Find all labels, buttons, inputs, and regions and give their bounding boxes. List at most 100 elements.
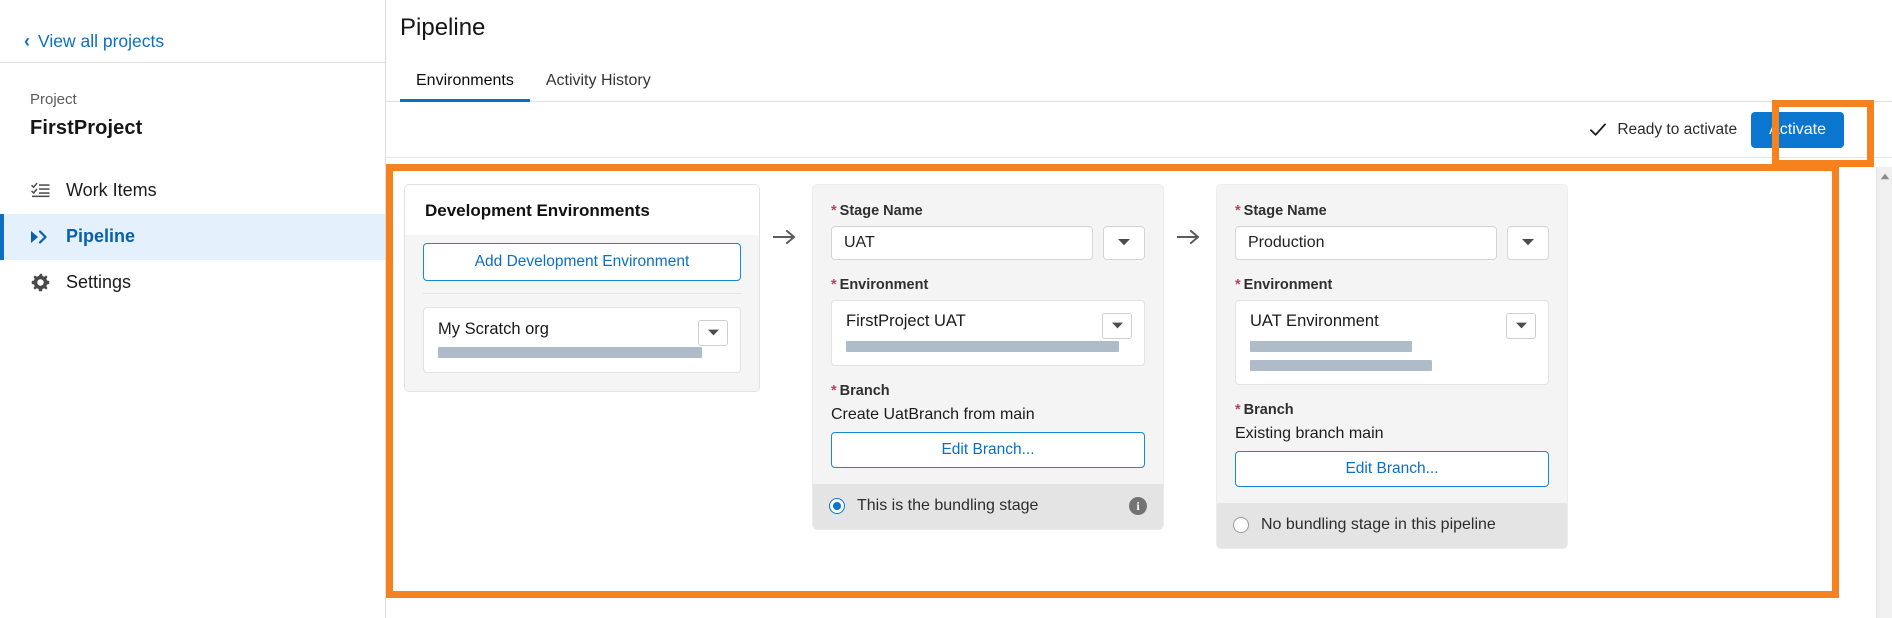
arrow-right-icon — [1176, 229, 1203, 250]
redacted-text — [1250, 341, 1412, 352]
tab-bar: Environments Activity History — [386, 66, 1892, 102]
branch-description: Create UatBranch from main — [831, 406, 1035, 423]
dev-environment-name: My Scratch org — [438, 320, 549, 338]
bundling-stage-footer: No bundling stage in this pipeline — [1217, 503, 1567, 548]
add-development-environment-button[interactable]: Add Development Environment — [423, 243, 741, 281]
environment-dropdown-button[interactable] — [1102, 313, 1132, 339]
stage-name-dropdown-button[interactable] — [1507, 226, 1549, 260]
no-bundling-stage-radio[interactable] — [1233, 517, 1249, 533]
caret-down-icon — [707, 324, 720, 342]
label-text: Environment — [1243, 277, 1333, 293]
no-bundling-stage-label: No bundling stage in this pipeline — [1261, 516, 1496, 533]
tab-environments[interactable]: Environments — [400, 66, 530, 102]
stage-name-input[interactable] — [831, 226, 1093, 260]
environment-label: * Environment — [831, 277, 1145, 293]
caret-down-icon — [1117, 234, 1131, 252]
dev-environment-menu-button[interactable] — [698, 320, 728, 346]
label-text: Stage Name — [839, 203, 923, 219]
required-asterisk: * — [831, 277, 837, 293]
divider — [423, 293, 741, 294]
environment-box: UAT Environment — [1235, 300, 1549, 385]
sidebar-item-work-items[interactable]: Work Items — [0, 168, 385, 214]
branch-label: * Branch — [831, 383, 1145, 399]
project-name: FirstProject — [30, 116, 143, 139]
environment-name: UAT Environment — [1250, 312, 1379, 330]
arrow-right-icon — [772, 229, 799, 250]
required-asterisk: * — [831, 203, 837, 219]
check-icon — [1589, 121, 1607, 139]
stage-card-production: *Stage Name *Environment — [1216, 184, 1568, 549]
branch-description: Existing branch main — [1235, 425, 1384, 442]
tab-label: Environments — [416, 72, 514, 89]
pipeline-arrow-1 — [760, 184, 812, 294]
stage-name-dropdown-button[interactable] — [1103, 226, 1145, 260]
required-asterisk: * — [1235, 203, 1241, 219]
dev-environment-item: My Scratch org — [423, 307, 741, 373]
view-all-projects-label: View all projects — [38, 30, 165, 51]
stage-card-uat: *Stage Name *Environment — [812, 184, 1164, 530]
tab-activity-history[interactable]: Activity History — [530, 66, 667, 101]
chevron-left-icon: ‹ — [24, 31, 30, 51]
stage-body: *Stage Name *Environment — [1217, 185, 1567, 503]
label-text: Branch — [839, 383, 890, 399]
main-content: Pipeline Environments Activity History R… — [386, 0, 1892, 618]
environment-label: * Environment — [1235, 277, 1549, 293]
edit-branch-button[interactable]: Edit Branch... — [1235, 451, 1549, 487]
stage-name-label: * Stage Name — [831, 203, 1145, 219]
sidebar: ‹ View all projects Project FirstProject — [0, 0, 386, 618]
stage-body: *Stage Name *Environment — [813, 185, 1163, 484]
pipeline-canvas: Development Environments Add Development… — [386, 158, 1892, 598]
redacted-text — [846, 341, 1119, 352]
redacted-text — [438, 347, 702, 358]
app-root: ‹ View all projects Project FirstProject — [0, 0, 1892, 618]
edit-branch-button[interactable]: Edit Branch... — [831, 432, 1145, 468]
sidebar-item-label: Work Items — [66, 180, 157, 200]
caret-down-icon — [1515, 317, 1528, 335]
label-text: Environment — [839, 277, 929, 293]
bundling-stage-footer: This is the bundling stage i — [813, 484, 1163, 529]
page-title: Pipeline — [400, 14, 486, 41]
activate-button[interactable]: Activate — [1751, 111, 1844, 148]
sidebar-item-label: Settings — [66, 272, 132, 292]
project-kicker: Project — [30, 91, 77, 108]
required-asterisk: * — [831, 383, 837, 399]
info-icon[interactable]: i — [1129, 497, 1147, 515]
sidebar-item-settings[interactable]: Settings — [0, 260, 385, 306]
tab-label: Activity History — [545, 72, 651, 89]
caret-down-icon — [1521, 234, 1535, 252]
checklist-icon — [30, 181, 50, 201]
environment-box: FirstProject UAT — [831, 300, 1145, 366]
bundling-stage-label: This is the bundling stage — [857, 497, 1039, 514]
scroll-up-button[interactable] — [1877, 167, 1892, 184]
action-bar: Ready to activate Activate — [386, 102, 1892, 158]
environment-name: FirstProject UAT — [846, 312, 966, 330]
stage-name-row — [831, 226, 1145, 260]
stage-name-row — [1235, 226, 1549, 260]
environment-dropdown-button[interactable] — [1506, 313, 1536, 339]
triangle-up-icon — [1880, 167, 1890, 185]
required-asterisk: * — [1235, 402, 1241, 418]
project-block: Project FirstProject — [0, 63, 385, 140]
vertical-scrollbar[interactable] — [1876, 167, 1892, 618]
bundling-stage-radio[interactable] — [829, 498, 845, 514]
redacted-text — [1250, 360, 1432, 371]
gear-icon — [30, 273, 50, 293]
stage-name-input[interactable] — [1235, 226, 1497, 260]
double-chevron-right-icon — [30, 227, 50, 247]
development-environments-body: Add Development Environment My Scratch o… — [405, 235, 759, 391]
ready-status: Ready to activate — [1589, 121, 1737, 139]
label-text: Stage Name — [1243, 203, 1327, 219]
sidebar-item-label: Pipeline — [66, 226, 136, 246]
sidebar-item-pipeline[interactable]: Pipeline — [0, 213, 385, 260]
ready-status-label: Ready to activate — [1617, 120, 1738, 138]
pipeline-arrow-2 — [1164, 184, 1216, 294]
label-text: Branch — [1243, 402, 1294, 418]
development-environments-card: Development Environments Add Development… — [404, 184, 760, 392]
branch-label: * Branch — [1235, 402, 1549, 418]
view-all-projects-link[interactable]: ‹ View all projects — [0, 0, 385, 62]
stage-name-label: * Stage Name — [1235, 203, 1549, 219]
